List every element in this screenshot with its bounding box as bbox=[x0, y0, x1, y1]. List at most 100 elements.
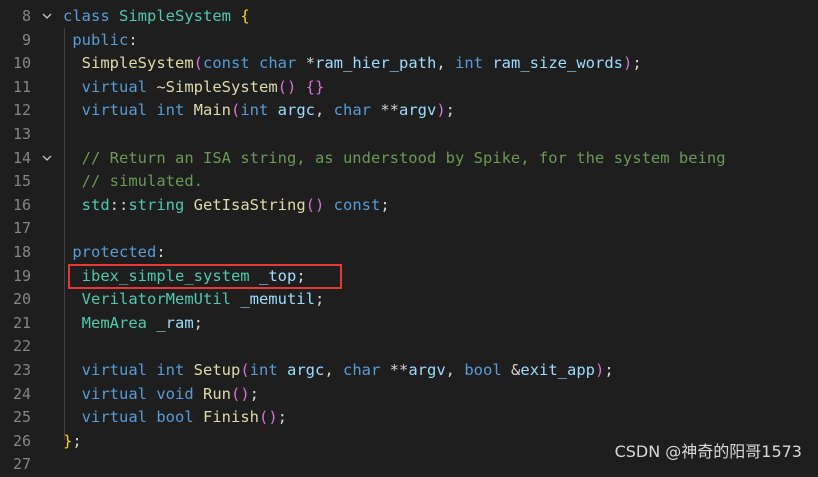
code-line[interactable]: 10 SimpleSystem(const char *ram_hier_pat… bbox=[0, 52, 818, 76]
code-token: () bbox=[231, 384, 250, 403]
code-token: ) bbox=[595, 360, 605, 379]
code-text: std::string GetIsaString() const; bbox=[63, 194, 390, 218]
code-token: ; bbox=[249, 384, 260, 403]
code-token: ram_hier_path bbox=[315, 54, 437, 73]
code-line[interactable]: 15 // simulated. bbox=[0, 170, 818, 194]
code-token: // Return an ISA string, as understood b… bbox=[81, 148, 726, 167]
code-token: argv bbox=[399, 101, 437, 120]
code-line[interactable]: 21 MemArea _ram; bbox=[0, 312, 818, 336]
code-text: virtual void Run(); bbox=[63, 383, 259, 407]
line-number: 25 bbox=[12, 408, 31, 427]
code-token: , bbox=[436, 54, 456, 73]
code-text: virtual ~SimpleSystem() {} bbox=[63, 76, 325, 100]
code-token: ~ bbox=[156, 77, 166, 96]
indent-guide bbox=[64, 28, 65, 440]
line-number: 18 bbox=[12, 242, 31, 261]
code-token: std bbox=[81, 195, 110, 214]
code-token: * bbox=[305, 54, 316, 73]
code-line[interactable]: 24 virtual void Run(); bbox=[0, 383, 818, 407]
code-token: GetIsaString bbox=[193, 195, 306, 214]
code-token: int bbox=[249, 360, 287, 379]
code-token: virtual bbox=[81, 101, 157, 120]
line-number: 13 bbox=[12, 124, 31, 143]
code-token: char bbox=[259, 54, 306, 73]
code-line[interactable]: 25 virtual bool Finish(); bbox=[0, 406, 818, 430]
code-token: argc bbox=[277, 101, 315, 120]
code-token: { bbox=[240, 7, 250, 25]
line-number: 11 bbox=[12, 77, 31, 96]
code-line[interactable]: 13 bbox=[0, 123, 818, 147]
code-token: Setup bbox=[193, 360, 241, 379]
code-line[interactable]: 11 virtual ~SimpleSystem() {} bbox=[0, 76, 818, 100]
code-text: // Return an ISA string, as understood b… bbox=[63, 147, 726, 171]
line-number: 10 bbox=[12, 54, 31, 73]
code-token: ; bbox=[314, 290, 325, 309]
code-token: argv bbox=[408, 360, 446, 379]
code-token: VerilatorMemUtil bbox=[81, 290, 241, 309]
code-token: ; bbox=[193, 313, 203, 332]
code-token: ; bbox=[72, 431, 82, 450]
code-text: protected: bbox=[63, 241, 166, 265]
line-number: 12 bbox=[12, 101, 31, 120]
code-line[interactable]: 16 std::string GetIsaString() const; bbox=[0, 194, 818, 218]
code-text: SimpleSystem(const char *ram_hier_path, … bbox=[63, 52, 642, 76]
code-token: _memutil bbox=[240, 290, 315, 309]
code-token: bool bbox=[156, 408, 203, 427]
code-line[interactable]: 8 class SimpleSystem { bbox=[0, 5, 818, 29]
code-text: virtual int Setup(int argc, char **argv,… bbox=[63, 359, 614, 383]
fold-chevron-icon[interactable] bbox=[40, 5, 54, 29]
code-token: ) bbox=[623, 54, 633, 73]
code-token: class bbox=[63, 7, 119, 25]
code-token: void bbox=[156, 384, 203, 403]
code-line[interactable]: 20 VerilatorMemUtil _memutil; bbox=[0, 288, 818, 312]
code-line[interactable]: 17 bbox=[0, 217, 818, 241]
code-line[interactable]: 18 protected: bbox=[0, 241, 818, 265]
line-number: 21 bbox=[12, 313, 31, 332]
line-number: 17 bbox=[12, 219, 31, 238]
code-token: ; bbox=[445, 101, 456, 120]
code-line[interactable]: 14 // Return an ISA string, as understoo… bbox=[0, 147, 818, 171]
code-token: Finish bbox=[203, 408, 259, 427]
code-token: , bbox=[324, 360, 343, 379]
line-number: 15 bbox=[12, 172, 31, 191]
code-token: int bbox=[455, 54, 493, 73]
code-token: SimpleSystem bbox=[165, 77, 278, 96]
code-token: SimpleSystem bbox=[81, 54, 194, 73]
code-line[interactable]: 23 virtual int Setup(int argc, char **ar… bbox=[0, 359, 818, 383]
code-line[interactable]: 12 virtual int Main(int argc, char **arg… bbox=[0, 99, 818, 123]
code-text: virtual int Main(int argc, char **argv); bbox=[63, 99, 455, 123]
code-token: ; bbox=[604, 360, 614, 379]
line-number: 9 bbox=[21, 30, 31, 49]
line-number: 14 bbox=[12, 148, 31, 167]
code-token: , bbox=[314, 101, 334, 120]
line-number: 26 bbox=[12, 431, 31, 450]
fold-chevron-icon[interactable] bbox=[40, 147, 54, 171]
code-token: SimpleSystem bbox=[119, 7, 241, 25]
code-token: {} bbox=[305, 77, 325, 96]
code-token: protected bbox=[72, 242, 157, 261]
code-token: bool bbox=[464, 360, 512, 379]
code-line[interactable]: 22 bbox=[0, 335, 818, 359]
line-number: 27 bbox=[12, 455, 31, 474]
code-token: ( bbox=[240, 360, 250, 379]
code-editor[interactable]: 8 class SimpleSystem {9 public: 10 SimpleS… bbox=[0, 5, 818, 477]
code-token: : bbox=[156, 242, 166, 261]
code-token: char bbox=[333, 101, 381, 120]
code-token: Run bbox=[203, 384, 231, 403]
highlight-box bbox=[68, 264, 342, 289]
code-line[interactable]: 9 public: bbox=[0, 29, 818, 53]
code-token: virtual bbox=[81, 384, 157, 403]
code-text: }; bbox=[63, 430, 82, 454]
code-token: _ram bbox=[156, 313, 194, 332]
code-token: ; bbox=[277, 408, 288, 427]
code-token: ; bbox=[380, 195, 390, 214]
code-token: argc bbox=[287, 360, 325, 379]
